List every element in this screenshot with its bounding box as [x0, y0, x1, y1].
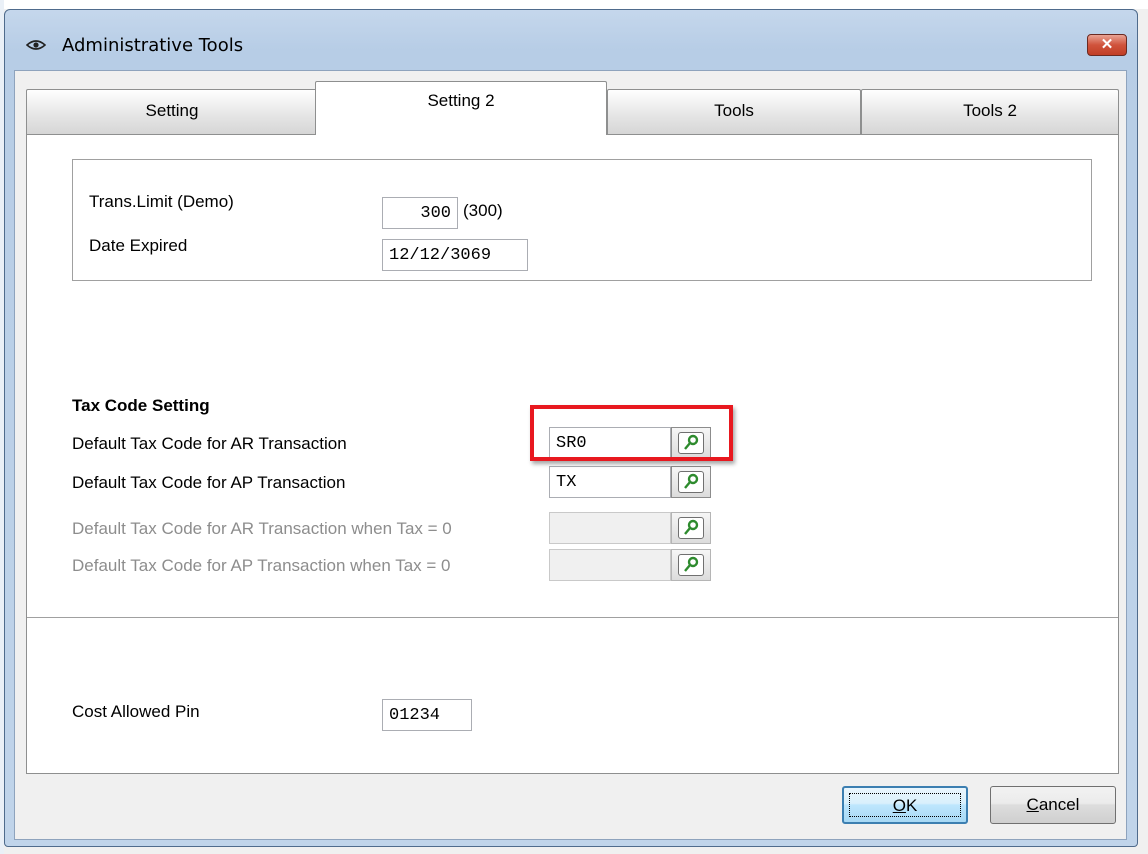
- close-icon: ✕: [1100, 36, 1114, 53]
- tab-tools[interactable]: Tools: [607, 89, 861, 134]
- close-button[interactable]: ✕: [1087, 34, 1127, 56]
- annotation-highlight-box: [530, 405, 733, 461]
- tab-label: Tools 2: [963, 101, 1017, 120]
- cost-allowed-pin-field[interactable]: 01234: [382, 699, 472, 731]
- lookup-button-face: [678, 517, 704, 539]
- date-expired-field[interactable]: 12/12/3069: [382, 239, 528, 271]
- tab-label: Tools: [714, 101, 754, 120]
- cancel-label-rest: ancel: [1038, 795, 1080, 814]
- section-divider: [27, 617, 1118, 618]
- cancel-button[interactable]: Cancel: [990, 786, 1116, 824]
- tab-setting-2[interactable]: Setting 2: [315, 81, 607, 135]
- ap-zero-tax-code-field: [549, 549, 671, 581]
- ar-zero-tax-code-label: Default Tax Code for AR Transaction when…: [72, 519, 452, 538]
- title-bar[interactable]: Administrative Tools ✕: [5, 10, 1137, 70]
- date-expired-label: Date Expired: [89, 236, 188, 255]
- lookup-button-face: [678, 471, 704, 493]
- eye-icon: [26, 40, 46, 50]
- lookup-button-face: [678, 554, 704, 576]
- ap-tax-code-field[interactable]: TX: [549, 466, 671, 498]
- key-icon: [684, 556, 699, 572]
- ar-zero-tax-code-field: [549, 512, 671, 544]
- ap-tax-code-lookup-button[interactable]: [671, 466, 711, 498]
- cost-allowed-pin-label: Cost Allowed Pin: [72, 702, 200, 721]
- key-icon: [684, 519, 699, 535]
- ap-zero-tax-code-lookup-button: [671, 549, 711, 581]
- key-icon: [684, 473, 699, 489]
- ap-tax-code-label: Default Tax Code for AP Transaction: [72, 473, 346, 492]
- demo-limits-group: Trans.Limit (Demo) 300 (300) Date Expire…: [72, 159, 1092, 281]
- ar-tax-code-label: Default Tax Code for AR Transaction: [72, 434, 347, 453]
- tax-code-heading: Tax Code Setting: [72, 396, 210, 415]
- trans-limit-max: (300): [463, 201, 503, 220]
- cancel-accel: C: [1026, 795, 1039, 814]
- ok-button[interactable]: OK: [842, 786, 968, 824]
- tab-label: Setting: [145, 101, 199, 120]
- ap-zero-tax-code-label: Default Tax Code for AP Transaction when…: [72, 556, 451, 575]
- trans-limit-label: Trans.Limit (Demo): [89, 192, 234, 211]
- ar-zero-tax-code-lookup-button: [671, 512, 711, 544]
- window-title: Administrative Tools: [62, 35, 244, 56]
- tab-setting[interactable]: Setting: [26, 89, 318, 134]
- tab-tools-2[interactable]: Tools 2: [861, 89, 1119, 134]
- background-strip: [0, 0, 1148, 9]
- trans-limit-field[interactable]: 300: [382, 197, 458, 229]
- focus-rect: [849, 793, 961, 817]
- tab-label: Setting 2: [427, 91, 495, 110]
